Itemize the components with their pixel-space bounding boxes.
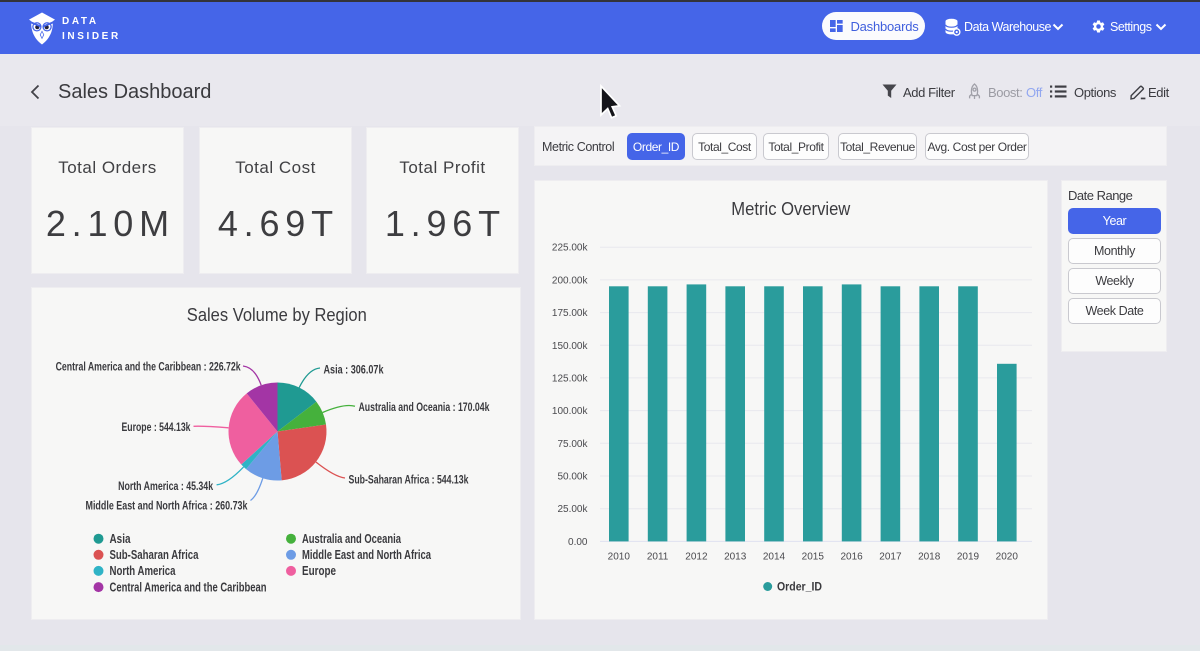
- svg-text:Australia and Oceania: Australia and Oceania: [302, 532, 402, 546]
- svg-text:0.00: 0.00: [568, 537, 588, 548]
- svg-text:2014: 2014: [763, 552, 786, 563]
- svg-text:2011: 2011: [647, 552, 669, 563]
- svg-text:25.00k: 25.00k: [557, 504, 588, 515]
- svg-text:2012: 2012: [685, 552, 708, 563]
- svg-text:175.00k: 175.00k: [552, 308, 589, 319]
- svg-text:2020: 2020: [996, 552, 1019, 563]
- svg-text:Central America and the Caribb: Central America and the Caribbean : 226.…: [56, 360, 241, 374]
- svg-text:200.00k: 200.00k: [552, 275, 589, 286]
- svg-text:225.00k: 225.00k: [552, 243, 589, 254]
- svg-text:Order_ID: Order_ID: [777, 582, 822, 594]
- svg-text:Metric Overview: Metric Overview: [731, 199, 851, 219]
- svg-text:North America: North America: [110, 564, 177, 578]
- svg-text:125.00k: 125.00k: [552, 373, 589, 384]
- svg-text:2015: 2015: [802, 552, 825, 563]
- svg-text:Europe: Europe: [302, 564, 336, 578]
- svg-text:Sub-Saharan Africa: Sub-Saharan Africa: [110, 548, 200, 562]
- svg-text:North America : 45.34k: North America : 45.34k: [118, 479, 213, 493]
- svg-text:Central America and the Caribb: Central America and the Caribbean: [110, 580, 267, 594]
- svg-text:50.00k: 50.00k: [557, 472, 588, 483]
- svg-text:75.00k: 75.00k: [557, 439, 588, 450]
- svg-text:2013: 2013: [724, 552, 747, 563]
- svg-text:Asia: Asia: [110, 532, 132, 546]
- svg-text:2018: 2018: [918, 552, 941, 563]
- svg-text:150.00k: 150.00k: [552, 341, 589, 352]
- svg-text:100.00k: 100.00k: [552, 406, 589, 417]
- svg-text:2016: 2016: [840, 552, 863, 563]
- svg-text:Middle East and North Africa :: Middle East and North Africa : 260.73k: [86, 498, 248, 512]
- svg-text:2019: 2019: [957, 552, 980, 563]
- svg-text:Australia and Oceania : 170.04: Australia and Oceania : 170.04k: [359, 400, 490, 414]
- svg-text:Sub-Saharan Africa : 544.13k: Sub-Saharan Africa : 544.13k: [349, 473, 469, 487]
- svg-text:2010: 2010: [608, 552, 631, 563]
- svg-text:2017: 2017: [879, 552, 902, 563]
- svg-text:Middle East and North Africa: Middle East and North Africa: [302, 548, 432, 562]
- svg-text:Sales Volume by Region: Sales Volume by Region: [187, 305, 367, 325]
- svg-text:Asia : 306.07k: Asia : 306.07k: [324, 363, 384, 377]
- svg-text:Europe : 544.13k: Europe : 544.13k: [122, 420, 191, 434]
